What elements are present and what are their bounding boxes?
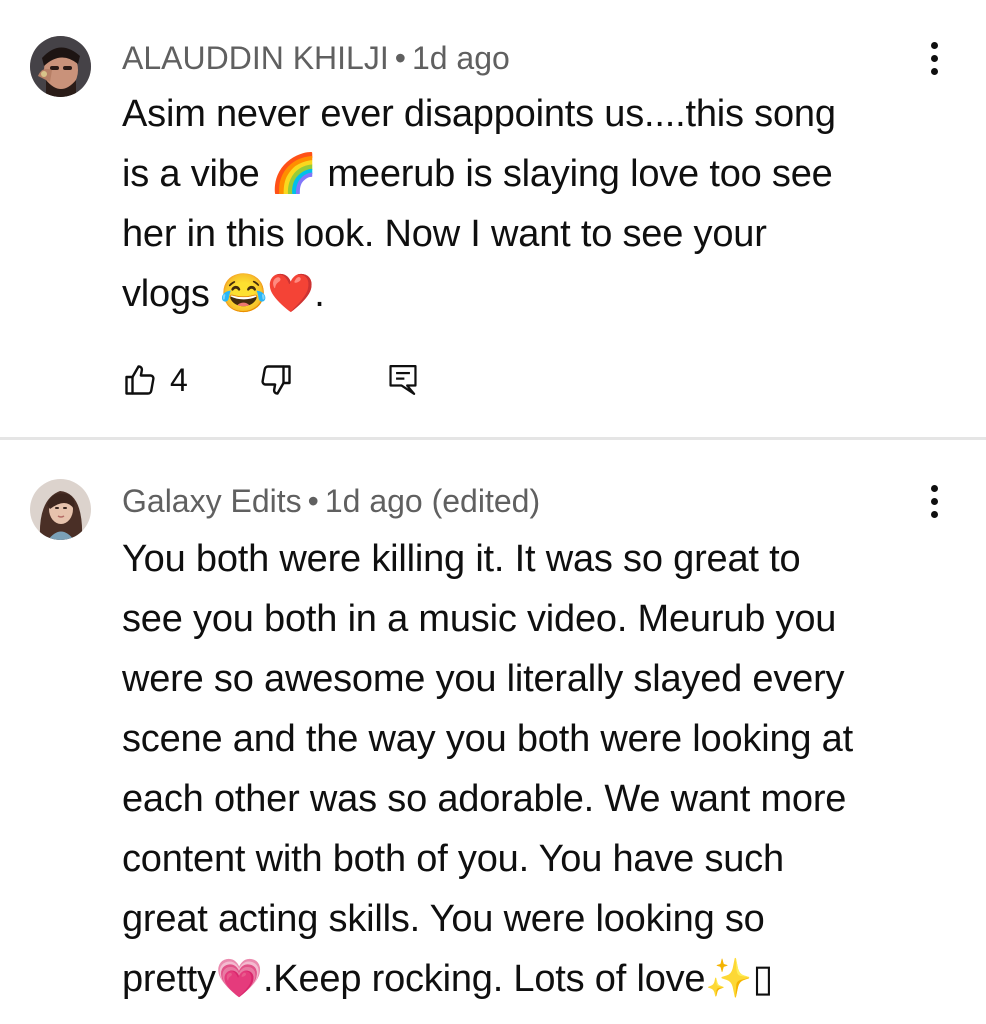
comment-text-line: pretty💗.Keep rocking. Lots of love✨▯ bbox=[122, 958, 774, 1000]
comment-text-line: were so awesome you literally slayed eve… bbox=[122, 658, 845, 700]
author-avatar[interactable] bbox=[30, 479, 91, 540]
comment-text: You both were killing it. It was so grea… bbox=[122, 529, 942, 1009]
author-name[interactable]: Galaxy Edits bbox=[122, 483, 302, 519]
comment-text-line: scene and the way you both were looking … bbox=[122, 718, 853, 760]
like-button[interactable]: 4 bbox=[122, 362, 188, 399]
author-name[interactable]: ALAUDDIN KHILJI bbox=[122, 40, 389, 76]
comment-divider bbox=[0, 437, 986, 440]
comment-text-line: content with both of you. You have such bbox=[122, 838, 784, 880]
comment-text-line: You both were killing it. It was so grea… bbox=[122, 538, 801, 580]
reply-icon bbox=[389, 365, 417, 395]
comment-text-line: great acting skills. You were looking so bbox=[122, 898, 765, 940]
like-count: 4 bbox=[170, 361, 188, 398]
meta-separator: • bbox=[394, 40, 406, 76]
comment-text-line: is a vibe 🌈 meerub is slaying love too s… bbox=[122, 153, 833, 195]
comment-text-line: vlogs 😂❤️. bbox=[122, 273, 325, 315]
more-vertical-icon[interactable] bbox=[922, 481, 946, 521]
thumbs-down-icon bbox=[261, 365, 291, 395]
man-avatar-icon bbox=[30, 36, 91, 97]
comment-text: Asim never ever disappoints us....this s… bbox=[122, 84, 942, 324]
meta-separator: • bbox=[307, 483, 319, 519]
comment-card: Galaxy Edits • 1d ago (edited) You both we… bbox=[0, 441, 986, 1024]
comment-actions: 4 bbox=[122, 352, 420, 408]
dislike-button[interactable] bbox=[258, 362, 294, 398]
woman-avatar-icon bbox=[30, 479, 91, 540]
comment-meta: Galaxy Edits • 1d ago (edited) bbox=[122, 481, 540, 521]
comment-text-line: each other was so adorable. We want more bbox=[122, 778, 847, 820]
thumbs-up-icon bbox=[125, 365, 155, 395]
comment-meta: ALAUDDIN KHILJI • 1d ago bbox=[122, 38, 510, 78]
author-avatar[interactable] bbox=[30, 36, 91, 97]
more-vertical-icon[interactable] bbox=[922, 38, 946, 78]
comment-text-line: Asim never ever disappoints us....this s… bbox=[122, 93, 836, 135]
comment-card: ALAUDDIN KHILJI • 1d ago Asim never ever d… bbox=[0, 0, 986, 438]
comment-time: 1d ago (edited) bbox=[324, 483, 541, 519]
reply-button[interactable] bbox=[386, 362, 420, 398]
comment-text-line: see you both in a music video. Meurub yo… bbox=[122, 598, 837, 640]
comment-text-line: her in this look. Now I want to see your bbox=[122, 213, 767, 255]
comment-time: 1d ago bbox=[411, 40, 510, 76]
